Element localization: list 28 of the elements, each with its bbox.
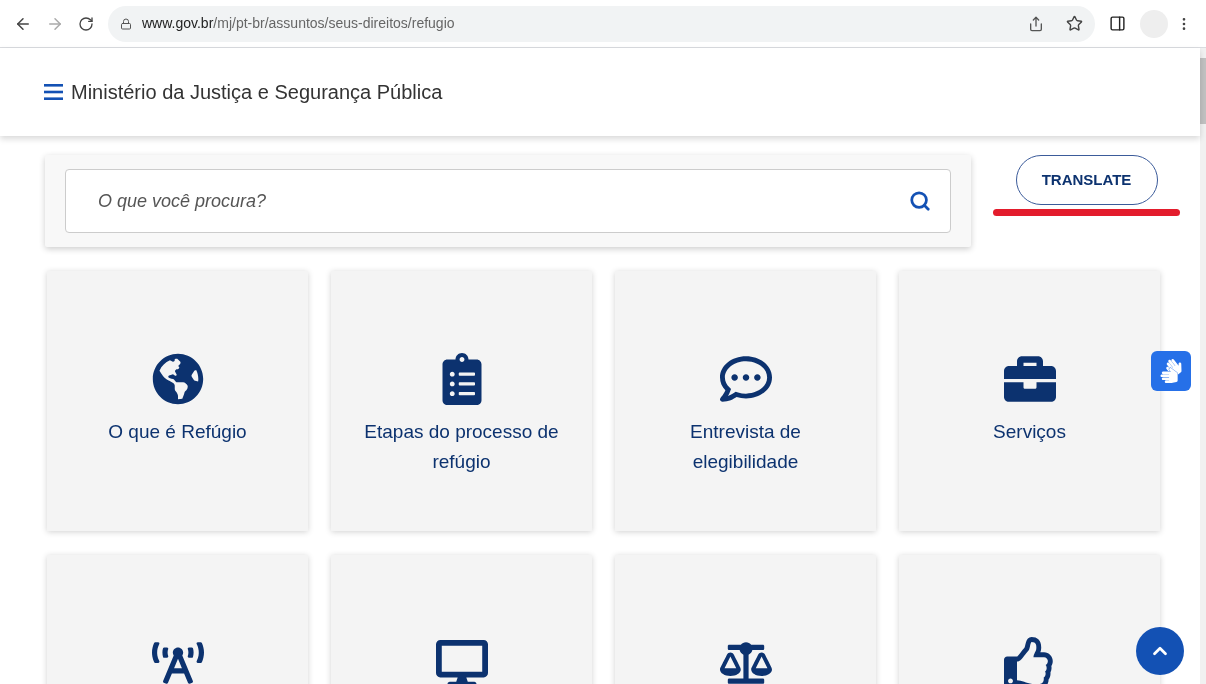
briefcase-icon	[1003, 353, 1056, 405]
side-panel-icon[interactable]	[1109, 15, 1126, 32]
star-icon[interactable]	[1066, 15, 1083, 32]
menu-icon[interactable]	[44, 84, 63, 100]
address-bar[interactable]: www.gov.br/mj/pt-br/assuntos/seus-direitos/refugio	[108, 5, 1095, 42]
card-title: Etapas do processo de refúgio	[363, 420, 560, 474]
sign-language-button[interactable]	[1151, 351, 1191, 391]
url-text: www.gov.br/mj/pt-br/assuntos/seus-direitos/refugio	[142, 14, 456, 33]
card[interactable]: Serviços	[899, 271, 1160, 531]
card[interactable]: Entrevista de elegibilidade	[615, 271, 876, 531]
search-field[interactable]: O que você procura?	[65, 169, 951, 233]
reload-icon[interactable]	[78, 15, 94, 32]
site-title[interactable]: Ministério da Justiça e Segurança Pública	[71, 77, 443, 107]
scrollbar[interactable]	[1200, 48, 1206, 684]
card-title: Entrevista de elegibilidade	[689, 420, 802, 474]
share-icon[interactable]	[1028, 15, 1044, 32]
card[interactable]: Etapas do processo de refúgio	[331, 271, 592, 531]
search-icon[interactable]	[909, 190, 931, 212]
lock-icon	[120, 17, 132, 30]
card-title: O que é Refúgio	[108, 420, 247, 444]
globe-icon	[151, 353, 204, 405]
scroll-top-button[interactable]	[1136, 627, 1184, 675]
hands-icon	[1159, 359, 1183, 383]
thumbs-up-icon	[1003, 637, 1056, 684]
speech-bubble-icon	[719, 353, 772, 405]
card[interactable]: O que é Refúgio	[47, 271, 308, 531]
card-title: Serviços	[993, 420, 1066, 444]
monitor-icon	[435, 637, 488, 684]
